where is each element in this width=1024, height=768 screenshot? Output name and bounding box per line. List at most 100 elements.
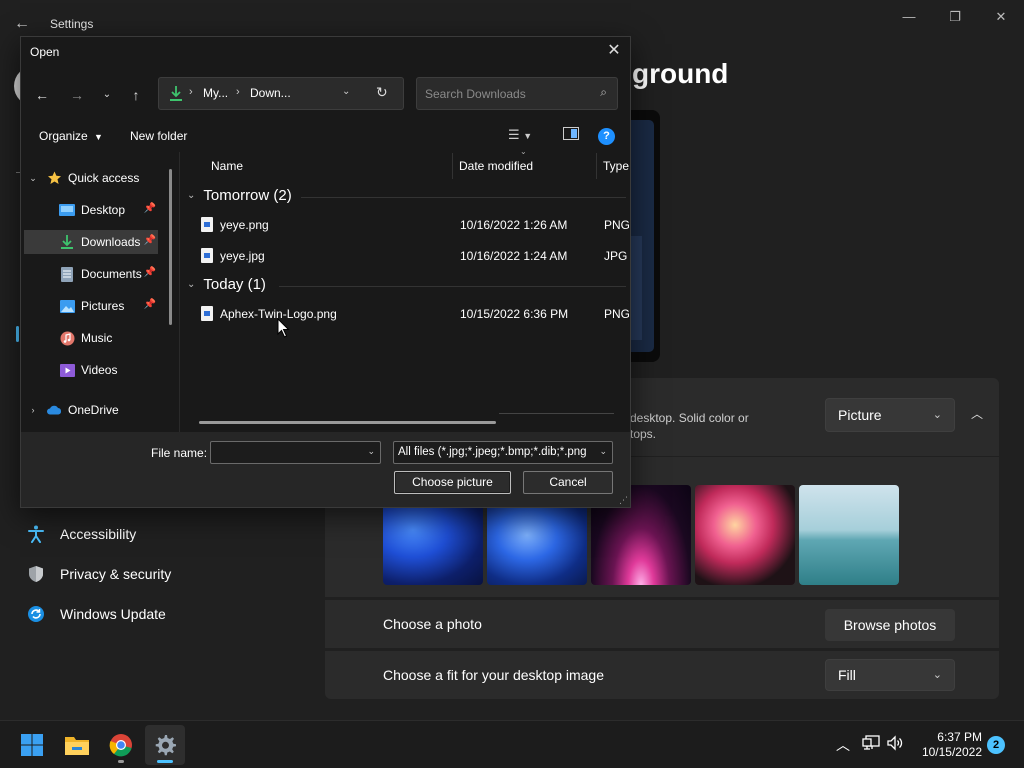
sidebar-item-music[interactable]: Music [24, 326, 158, 350]
personalize-description: desktop. Solid color or tops. [630, 411, 749, 441]
group-divider [279, 286, 626, 287]
sidebar-item-downloads[interactable]: Downloads 📌 [24, 230, 158, 254]
background-type-dropdown[interactable]: Picture ⌄ [825, 398, 955, 432]
onedrive-icon [46, 403, 62, 417]
file-type-filter-dropdown[interactable]: All files (*.jpg;*.jpeg;*.bmp;*.dib;*.pn… [393, 441, 613, 464]
search-input[interactable] [425, 84, 585, 104]
browse-photos-button[interactable]: Browse photos [825, 609, 955, 641]
videos-folder-icon [59, 363, 75, 377]
forward-arrow-icon[interactable]: → [65, 83, 89, 107]
sidebar-item-documents[interactable]: Documents 📌 [24, 262, 158, 286]
cancel-button[interactable]: Cancel [523, 471, 613, 494]
desktop-folder-icon [59, 203, 75, 217]
shield-icon [26, 564, 46, 584]
image-file-icon [201, 306, 213, 321]
star-icon [46, 171, 62, 185]
horizontal-scrollbar[interactable] [199, 421, 496, 424]
accessibility-icon [26, 524, 46, 544]
preview-pane-icon[interactable] [563, 127, 579, 143]
sidebar-item-accessibility[interactable]: Accessibility [26, 522, 136, 546]
breadcrumb-separator-icon: › [236, 86, 240, 98]
back-arrow-icon[interactable]: ← [14, 14, 34, 34]
file-row[interactable]: yeye.png 10/16/2022 1:26 AM PNG [199, 213, 629, 237]
volume-icon[interactable] [885, 735, 905, 755]
column-header-name[interactable]: Name [211, 159, 243, 173]
fit-dropdown[interactable]: Fill ⌄ [825, 659, 955, 691]
sidebar-item-videos[interactable]: Videos [24, 358, 158, 382]
notification-badge[interactable]: 2 [987, 736, 1005, 754]
pin-icon: 📌 [143, 235, 156, 246]
chevron-right-icon[interactable]: › [26, 405, 40, 415]
address-bar[interactable]: › My... › Down... ⌄ ↻ [158, 77, 404, 110]
recent-image-4[interactable] [695, 485, 795, 585]
back-arrow-icon[interactable]: ← [30, 83, 54, 107]
chrome-button[interactable] [101, 725, 141, 765]
settings-title: Settings [50, 17, 94, 31]
new-folder-button[interactable]: New folder [130, 129, 187, 143]
column-header-date-modified[interactable]: Date modified [459, 159, 533, 173]
column-separator[interactable] [452, 153, 453, 179]
search-icon[interactable]: ⌕ [600, 85, 607, 100]
sidebar-item-windows-update[interactable]: Windows Update [26, 602, 166, 626]
network-icon[interactable] [861, 735, 881, 755]
page-title: ground [632, 58, 729, 89]
running-indicator [118, 760, 124, 763]
dialog-title: Open [30, 45, 60, 59]
start-button[interactable] [12, 725, 52, 765]
chevron-down-icon: ⌄ [599, 446, 607, 456]
view-options-icon[interactable]: ☰ ▼ [508, 127, 532, 143]
scrollbar-track [499, 413, 614, 414]
recent-locations-chevron-icon[interactable]: ⌄ [95, 83, 119, 107]
up-arrow-icon[interactable]: ↑ [124, 83, 148, 107]
system-clock[interactable]: 6:37 PM 10/15/2022 [912, 730, 982, 760]
sidebar-item-quick-access[interactable]: ⌄ Quick access [26, 166, 176, 190]
file-name-input[interactable]: ⌄ [210, 441, 381, 464]
sort-caret-icon: ⌄ [520, 147, 527, 156]
file-row[interactable]: Aphex-Twin-Logo.png 10/15/2022 6:36 PM P… [199, 302, 629, 326]
chevron-down-icon[interactable]: ⌄ [342, 86, 350, 97]
column-separator[interactable] [596, 153, 597, 179]
gear-icon [155, 735, 176, 756]
navigation-pane: ⌄ Quick access Desktop 📌 Downloads 📌 Doc [21, 152, 179, 432]
tray-overflow-chevron-icon[interactable]: ︿ [833, 735, 853, 755]
group-header-today[interactable]: ⌄ Today (1) [187, 276, 266, 293]
group-divider [301, 197, 626, 198]
breadcrumb-item[interactable]: My... [203, 86, 228, 100]
sidebar-item-desktop[interactable]: Desktop 📌 [24, 198, 158, 222]
pane-divider[interactable] [179, 152, 180, 432]
chevron-down-icon[interactable]: ⌄ [367, 446, 375, 457]
sidebar-item-privacy[interactable]: Privacy & security [26, 562, 171, 586]
chevron-up-icon[interactable]: ︿ [967, 404, 987, 424]
close-icon[interactable]: ✕ [598, 37, 630, 65]
recent-image-5[interactable] [799, 485, 899, 585]
maximize-icon[interactable]: ❐ [932, 6, 978, 28]
choose-photo-row: Choose a photo Browse photos [325, 600, 999, 648]
chrome-icon [109, 734, 132, 757]
pin-icon: 📌 [143, 267, 156, 278]
breadcrumb-item[interactable]: Down... [250, 86, 291, 100]
column-header-type[interactable]: Type [603, 159, 629, 173]
update-icon [26, 604, 46, 624]
close-icon[interactable]: ✕ [978, 6, 1024, 28]
group-header-tomorrow[interactable]: ⌄ Tomorrow (2) [187, 187, 292, 204]
windows-logo-icon [21, 734, 43, 756]
pin-icon: 📌 [143, 203, 156, 214]
sidebar-item-pictures[interactable]: Pictures 📌 [24, 294, 158, 318]
file-row[interactable]: yeye.jpg 10/16/2022 1:24 AM JPG F [199, 244, 629, 268]
open-file-dialog: Open ✕ ← → ⌄ ↑ › My... › Down... ⌄ ↻ ⌕ O… [20, 36, 631, 508]
help-icon[interactable]: ? [598, 128, 615, 145]
folder-icon [65, 737, 89, 755]
pictures-folder-icon [59, 299, 75, 313]
sidebar-item-onedrive[interactable]: › OneDrive [26, 398, 176, 422]
refresh-icon[interactable]: ↻ [376, 84, 388, 101]
chevron-down-icon[interactable]: ⌄ [26, 173, 40, 184]
choose-fit-row: Choose a fit for your desktop image Fill… [325, 651, 999, 699]
navigation-scrollbar[interactable] [169, 169, 172, 325]
resize-grip-icon[interactable]: ⋰ [619, 496, 628, 505]
file-name-label: File name: [151, 446, 208, 460]
choose-picture-button[interactable]: Choose picture [394, 471, 511, 494]
settings-taskbar-button[interactable] [145, 725, 185, 765]
organize-menu[interactable]: Organize ▼ [39, 129, 103, 143]
minimize-icon[interactable]: — [886, 6, 932, 28]
file-explorer-button[interactable] [57, 725, 97, 765]
